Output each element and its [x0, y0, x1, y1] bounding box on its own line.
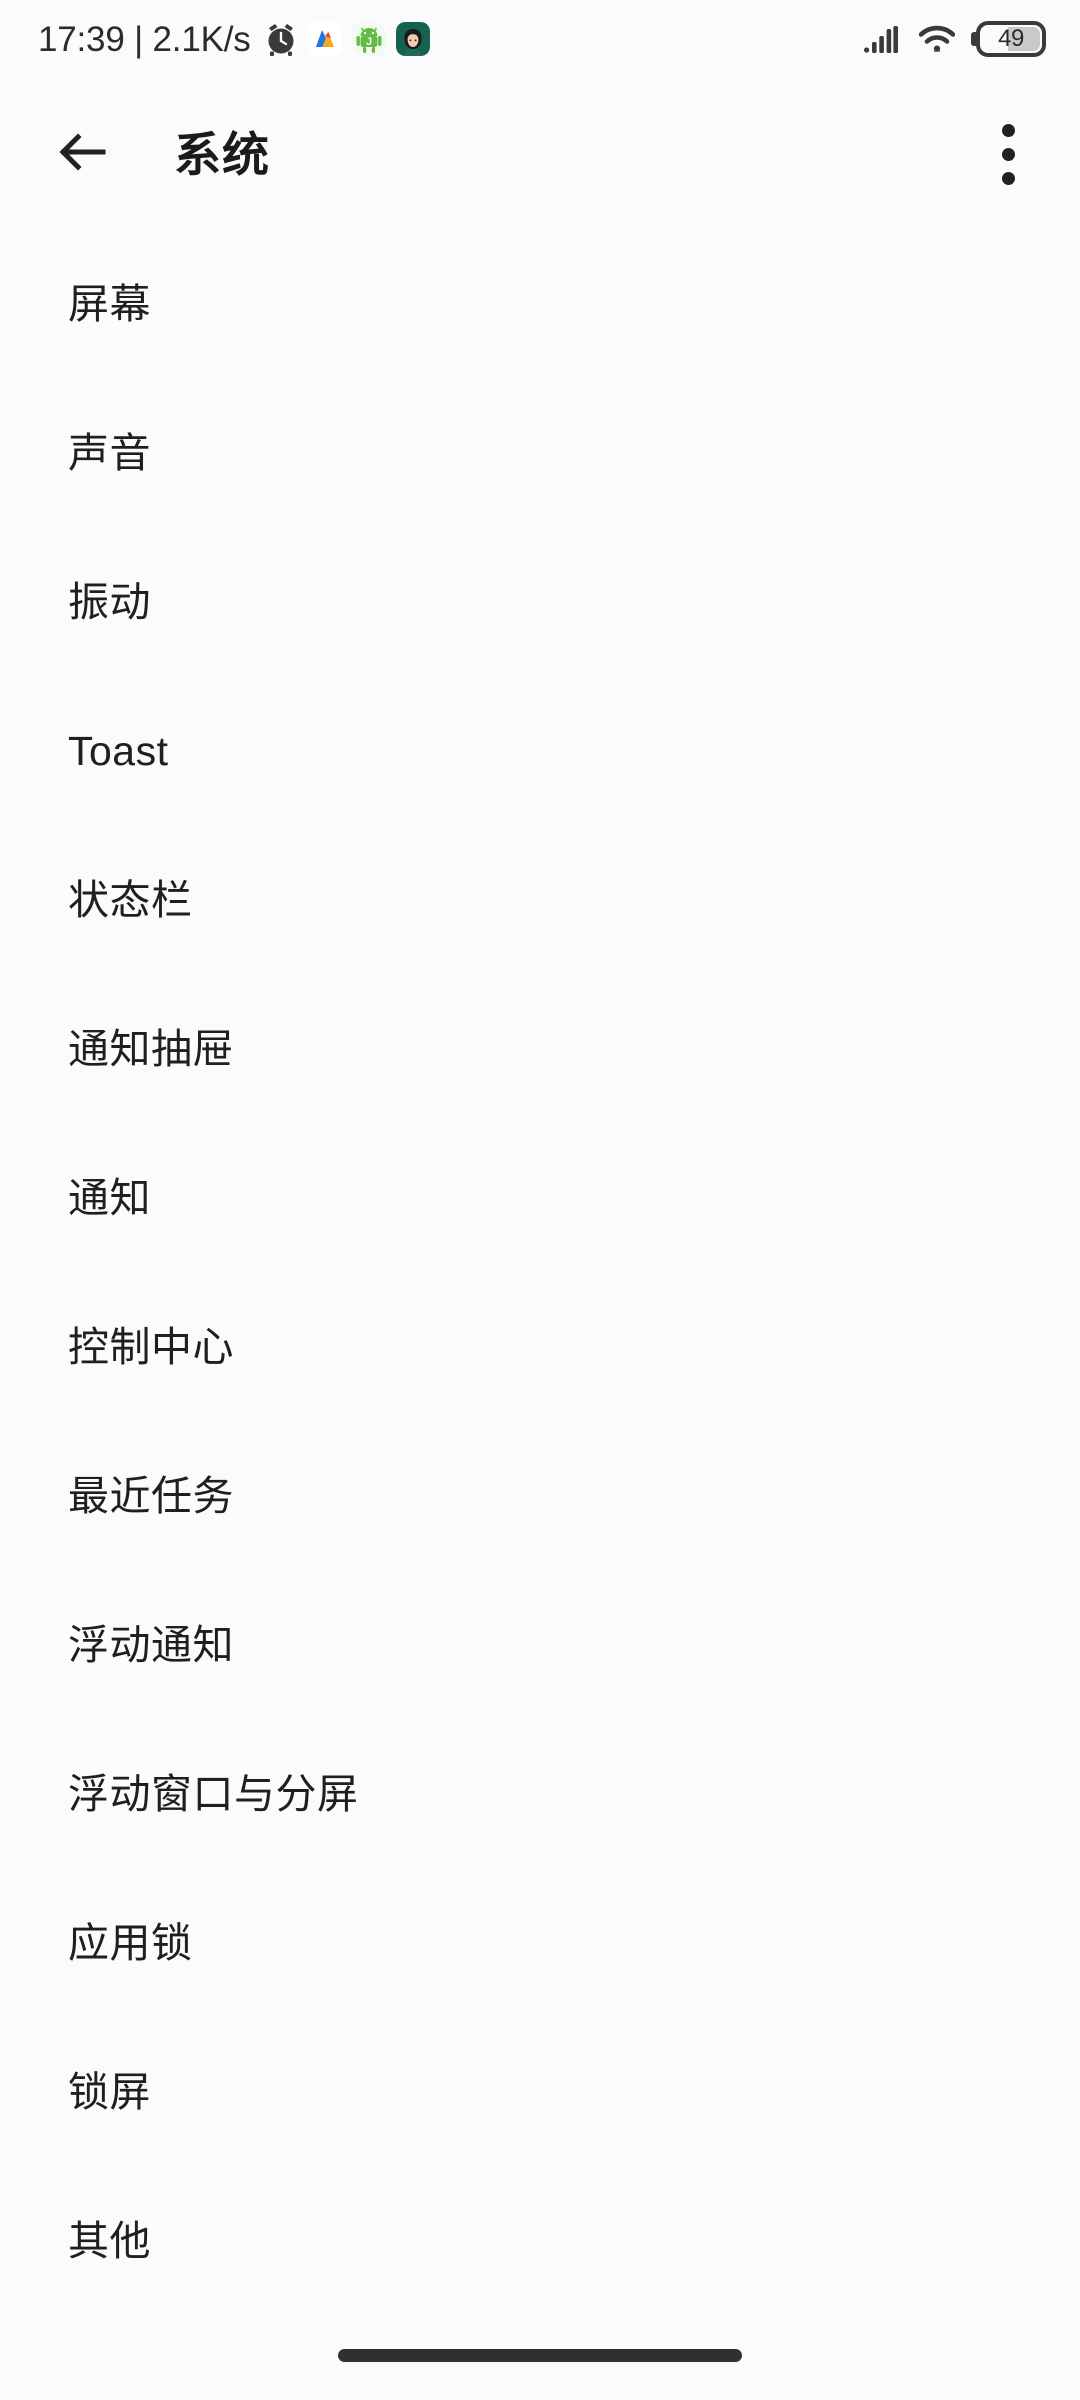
list-item-label: Toast [68, 728, 169, 774]
list-item-label: 屏幕 [68, 281, 151, 327]
more-dot [1001, 171, 1015, 185]
app-bar: 系统 [0, 78, 1080, 230]
more-dot [1001, 147, 1015, 161]
list-item-label: 通知抽屉 [68, 1026, 234, 1072]
list-item-screen[interactable]: 屏幕 [0, 230, 1080, 379]
list-item-label: 锁屏 [68, 2069, 151, 2115]
page-title: 系统 [174, 127, 270, 181]
status-bar-right: 49 [864, 21, 1046, 57]
list-item-label: 其他 [68, 2218, 151, 2264]
list-item-notification-drawer[interactable]: 通知抽屉 [0, 975, 1080, 1124]
list-item-label: 浮动窗口与分屏 [68, 1771, 359, 1817]
battery-level-text: 49 [998, 25, 1024, 52]
settings-list: 屏幕 声音 振动 Toast 状态栏 通知抽屉 通知 控制中心 最近任务 浮动通… [0, 230, 1080, 2316]
status-bar-left: 17:39 | 2.1K/s J [38, 22, 430, 57]
list-item-label: 最近任务 [68, 1473, 234, 1519]
list-item-label: 声音 [68, 430, 151, 476]
list-item-floating-window-split-screen[interactable]: 浮动窗口与分屏 [0, 1720, 1080, 1869]
android-dev-app-icon: J [351, 22, 386, 56]
list-item-label: 浮动通知 [68, 1622, 234, 1668]
list-item-control-center[interactable]: 控制中心 [0, 1273, 1080, 1422]
list-item-vibration[interactable]: 振动 [0, 528, 1080, 677]
amap-app-icon [307, 22, 342, 56]
contact-avatar-icon [395, 22, 430, 56]
signal-bars-icon [864, 25, 898, 53]
list-item-toast[interactable]: Toast [0, 677, 1080, 826]
list-item-sound[interactable]: 声音 [0, 379, 1080, 528]
more-dot [1001, 123, 1015, 137]
list-item-label: 控制中心 [68, 1324, 234, 1370]
home-gesture-pill[interactable] [338, 2348, 742, 2362]
list-item-label: 应用锁 [68, 1920, 193, 1966]
navigation-bar [0, 2328, 1080, 2400]
status-bar-clock: 17:39 | 2.1K/s [38, 19, 251, 59]
list-item-status-bar[interactable]: 状态栏 [0, 826, 1080, 975]
status-bar: 17:39 | 2.1K/s J 49 [0, 0, 1080, 78]
list-item-label: 通知 [68, 1175, 151, 1221]
list-item-floating-notification[interactable]: 浮动通知 [0, 1571, 1080, 1720]
list-item-label: 状态栏 [68, 877, 193, 923]
back-button[interactable] [34, 106, 130, 202]
phone-screen: 17:39 | 2.1K/s J 49 系统 屏幕 声音 振动 Toast 状态… [0, 0, 1080, 2400]
list-item-app-lock[interactable]: 应用锁 [0, 1869, 1080, 2018]
more-vertical-icon [1001, 123, 1015, 185]
list-item-recent-tasks[interactable]: 最近任务 [0, 1422, 1080, 1571]
back-arrow-icon [56, 126, 108, 183]
alarm-clock-icon [264, 22, 298, 56]
svg-text:J: J [366, 36, 372, 48]
list-item-label: 振动 [68, 579, 151, 625]
overflow-menu-button[interactable] [964, 110, 1052, 198]
list-item-lock-screen[interactable]: 锁屏 [0, 2018, 1080, 2167]
battery-icon: 49 [976, 21, 1046, 57]
status-bar-notification-icons: J [264, 22, 430, 56]
wifi-icon [918, 25, 956, 53]
list-item-other[interactable]: 其他 [0, 2167, 1080, 2316]
list-item-notification[interactable]: 通知 [0, 1124, 1080, 1273]
